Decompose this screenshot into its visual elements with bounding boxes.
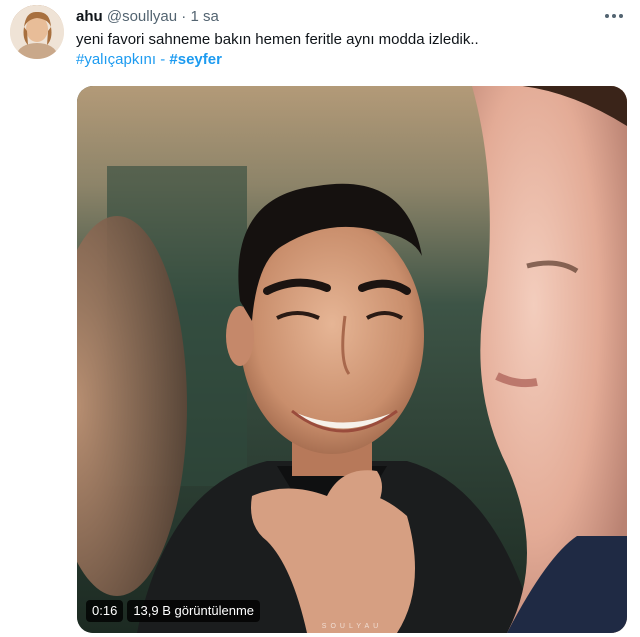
- tweet-header: ahu @soullyau · 1 sa: [76, 7, 219, 27]
- hashtag-line: #yalıçapkını - #seyfer: [76, 50, 624, 70]
- hashtag-seyfer[interactable]: #seyfer: [169, 51, 222, 68]
- separator-dot: ·: [181, 8, 187, 25]
- avatar-image: [10, 5, 64, 59]
- avatar[interactable]: [10, 5, 64, 59]
- tweet: ahu @soullyau · 1 sa yeni favori sahneme…: [0, 0, 640, 637]
- hashtag-separator: -: [160, 51, 166, 68]
- video-frame: [77, 86, 627, 633]
- video-duration: 0:16: [86, 600, 124, 622]
- hashtag-yalicapkini[interactable]: #yalıçapkını: [76, 51, 156, 68]
- user-handle[interactable]: @soullyau: [107, 8, 177, 25]
- video-info: 0:16 13,9 B görüntülenme: [86, 600, 261, 622]
- view-count: 13,9 B görüntülenme: [127, 600, 261, 622]
- more-horizontal-icon[interactable]: [602, 6, 626, 26]
- tweet-body: yeni favori sahneme bakın hemen feritle …: [76, 31, 479, 48]
- timestamp[interactable]: 1 sa: [190, 8, 218, 25]
- video-watermark: SOULYAU: [321, 623, 383, 630]
- tweet-text: yeni favori sahneme bakın hemen feritle …: [76, 30, 624, 70]
- display-name[interactable]: ahu: [76, 8, 103, 25]
- video-player[interactable]: 0:16 13,9 B görüntülenme SOULYAU: [77, 86, 627, 633]
